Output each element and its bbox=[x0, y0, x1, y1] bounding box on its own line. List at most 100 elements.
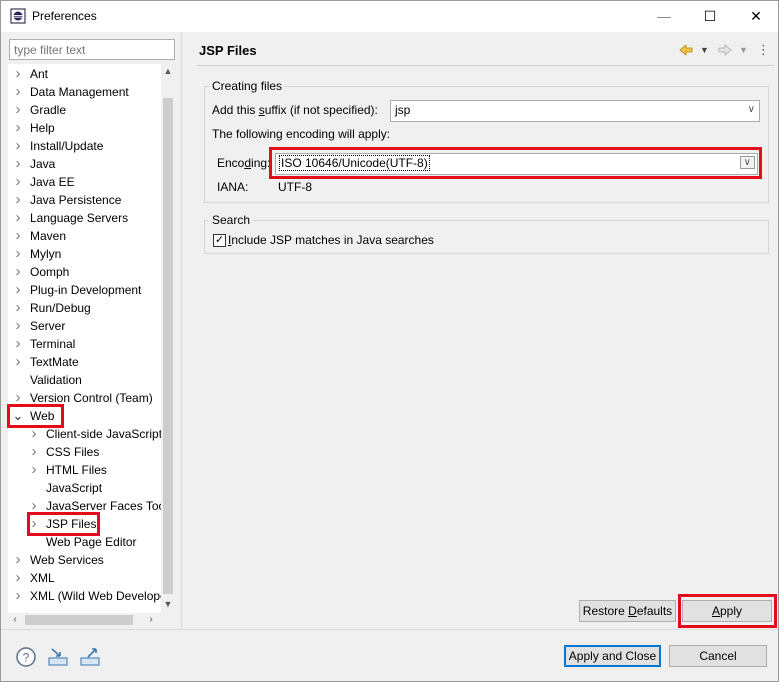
tree-item-java-ee[interactable]: › Java EE bbox=[12, 173, 75, 191]
tree-item-jsp-files[interactable]: › JSP Files bbox=[28, 515, 97, 533]
tree-item-java-persistence[interactable]: › Java Persistence bbox=[12, 191, 122, 209]
horizontal-scroll-thumb[interactable] bbox=[25, 615, 133, 625]
tree-item-mylyn[interactable]: › Mylyn bbox=[12, 245, 62, 263]
tree-item-web-page-editor[interactable]: Web Page Editor bbox=[28, 533, 137, 551]
tree-item-language-servers[interactable]: › Language Servers bbox=[12, 209, 129, 227]
chevron-right-icon[interactable]: › bbox=[12, 587, 24, 605]
tree-item-ant[interactable]: › Ant bbox=[12, 65, 49, 83]
encoding-combo[interactable]: ISO 10646/Unicode(UTF-8) ∨ bbox=[275, 153, 758, 175]
chevron-right-icon[interactable]: › bbox=[28, 461, 40, 479]
chevron-right-icon[interactable]: › bbox=[12, 569, 24, 587]
close-button[interactable]: ✕ bbox=[733, 1, 779, 31]
tree-item-html-files[interactable]: › HTML Files bbox=[28, 461, 107, 479]
chevron-right-icon[interactable]: › bbox=[12, 173, 24, 191]
cancel-button[interactable]: Cancel bbox=[669, 645, 767, 667]
chevron-right-icon[interactable]: › bbox=[28, 425, 40, 443]
tree-item-oomph[interactable]: › Oomph bbox=[12, 263, 70, 281]
tree-item-data-management[interactable]: › Data Management bbox=[12, 83, 129, 101]
include-jsp-label: Include JSP matches in Java searches bbox=[228, 233, 434, 247]
tree-item-label: Help bbox=[30, 121, 55, 135]
tree-vertical-scrollbar[interactable]: ▲ ▼ bbox=[161, 64, 175, 613]
chevron-right-icon[interactable]: › bbox=[12, 65, 24, 83]
scroll-right-icon[interactable]: › bbox=[144, 613, 158, 627]
tree-item-install-update[interactable]: › Install/Update bbox=[12, 137, 104, 155]
chevron-right-icon[interactable]: › bbox=[12, 209, 24, 227]
iana-label: IANA: bbox=[217, 180, 249, 194]
chevron-right-icon[interactable]: › bbox=[28, 497, 40, 515]
chevron-right-icon[interactable]: › bbox=[12, 245, 24, 263]
chevron-down-icon[interactable]: ⌄ bbox=[12, 407, 24, 425]
tree-item-maven[interactable]: › Maven bbox=[12, 227, 67, 245]
chevron-right-icon[interactable]: › bbox=[12, 263, 24, 281]
chevron-right-icon[interactable]: › bbox=[12, 83, 24, 101]
chevron-right-icon[interactable]: › bbox=[12, 191, 24, 209]
forward-history-dropdown-icon[interactable]: ▼ bbox=[739, 41, 748, 59]
maximize-button[interactable]: ☐ bbox=[687, 1, 733, 31]
panel-sash[interactable] bbox=[181, 32, 182, 629]
tree-item-web-services[interactable]: › Web Services bbox=[12, 551, 104, 569]
tree-item-xml-wild-web-developer[interactable]: › XML (Wild Web Developer) bbox=[12, 587, 175, 605]
tree-item-xml[interactable]: › XML bbox=[12, 569, 55, 587]
tree-horizontal-scrollbar[interactable]: ‹ › bbox=[8, 613, 161, 627]
suffix-combo[interactable]: jsp ∨ bbox=[390, 100, 760, 122]
tree-item-textmate[interactable]: › TextMate bbox=[12, 353, 79, 371]
chevron-right-icon[interactable]: › bbox=[28, 515, 40, 533]
filter-input[interactable] bbox=[9, 39, 175, 60]
apply-and-close-button[interactable]: Apply and Close bbox=[564, 645, 661, 667]
tree-item-label: JavaServer Faces Tools bbox=[46, 499, 174, 513]
tree-item-label: Install/Update bbox=[30, 139, 104, 153]
forward-arrow-icon[interactable] bbox=[717, 42, 733, 58]
chevron-right-icon[interactable]: › bbox=[12, 551, 24, 569]
chevron-right-icon[interactable]: › bbox=[12, 353, 24, 371]
tree-item-javaserver-faces-tools[interactable]: › JavaServer Faces Tools bbox=[28, 497, 174, 515]
chevron-right-icon[interactable]: › bbox=[12, 101, 24, 119]
back-history-dropdown-icon[interactable]: ▼ bbox=[700, 41, 709, 59]
tree-item-label: JSP Files bbox=[46, 517, 97, 531]
chevron-right-icon[interactable]: › bbox=[12, 137, 24, 155]
chevron-right-icon[interactable]: › bbox=[12, 389, 24, 407]
tree-item-plug-in-development[interactable]: › Plug-in Development bbox=[12, 281, 142, 299]
restore-defaults-button[interactable]: Restore Defaults bbox=[579, 600, 676, 622]
help-icon[interactable]: ? bbox=[15, 646, 37, 668]
preferences-window: Preferences — ☐ ✕ › Ant › Data Management › G… bbox=[0, 0, 779, 682]
chevron-right-icon[interactable]: › bbox=[12, 317, 24, 335]
tree-item-gradle[interactable]: › Gradle bbox=[12, 101, 67, 119]
tree-item-label: Web Services bbox=[30, 553, 104, 567]
apply-button[interactable]: Apply bbox=[682, 600, 772, 622]
tree-item-label: JavaScript bbox=[46, 481, 103, 495]
include-jsp-checkbox[interactable]: ✓ bbox=[213, 234, 226, 247]
import-icon[interactable] bbox=[47, 646, 69, 668]
chevron-right-icon[interactable]: › bbox=[28, 443, 40, 461]
tree-item-css-files[interactable]: › CSS Files bbox=[28, 443, 100, 461]
scroll-down-icon[interactable]: ▼ bbox=[161, 597, 175, 611]
title-bar: Preferences — ☐ ✕ bbox=[1, 1, 778, 32]
back-arrow-icon[interactable] bbox=[678, 42, 694, 58]
scroll-up-icon[interactable]: ▲ bbox=[161, 64, 175, 78]
tree-item-server[interactable]: › Server bbox=[12, 317, 66, 335]
tree-item-terminal[interactable]: › Terminal bbox=[12, 335, 76, 353]
minimize-button[interactable]: — bbox=[641, 1, 687, 31]
vertical-scroll-thumb[interactable] bbox=[163, 98, 173, 594]
chevron-right-icon[interactable]: › bbox=[12, 281, 24, 299]
scroll-left-icon[interactable]: ‹ bbox=[8, 613, 22, 627]
encoding-note: The following encoding will apply: bbox=[212, 127, 391, 141]
title-divider bbox=[197, 65, 774, 66]
tree-item-javascript[interactable]: JavaScript bbox=[28, 479, 102, 497]
tree-item-label: Maven bbox=[30, 229, 67, 243]
chevron-right-icon[interactable]: › bbox=[12, 299, 24, 317]
view-menu-icon[interactable]: ⋮ bbox=[757, 41, 770, 59]
chevron-right-icon[interactable]: › bbox=[12, 227, 24, 245]
tree-item-label: Run/Debug bbox=[30, 301, 91, 315]
tree-item-client-side-javascript[interactable]: › Client-side JavaScript bbox=[28, 425, 163, 443]
tree-item-version-control-team[interactable]: › Version Control (Team) bbox=[12, 389, 153, 407]
tree-item-validation[interactable]: Validation bbox=[12, 371, 82, 389]
export-icon[interactable] bbox=[79, 646, 101, 668]
tree-item-run-debug[interactable]: › Run/Debug bbox=[12, 299, 91, 317]
tree-item-help[interactable]: › Help bbox=[12, 119, 55, 137]
tree-item-java[interactable]: › Java bbox=[12, 155, 56, 173]
chevron-right-icon[interactable]: › bbox=[12, 155, 24, 173]
tree-item-label: Plug-in Development bbox=[30, 283, 142, 297]
tree-item-web[interactable]: ⌄ Web bbox=[12, 407, 55, 425]
chevron-right-icon[interactable]: › bbox=[12, 335, 24, 353]
chevron-right-icon[interactable]: › bbox=[12, 119, 24, 137]
